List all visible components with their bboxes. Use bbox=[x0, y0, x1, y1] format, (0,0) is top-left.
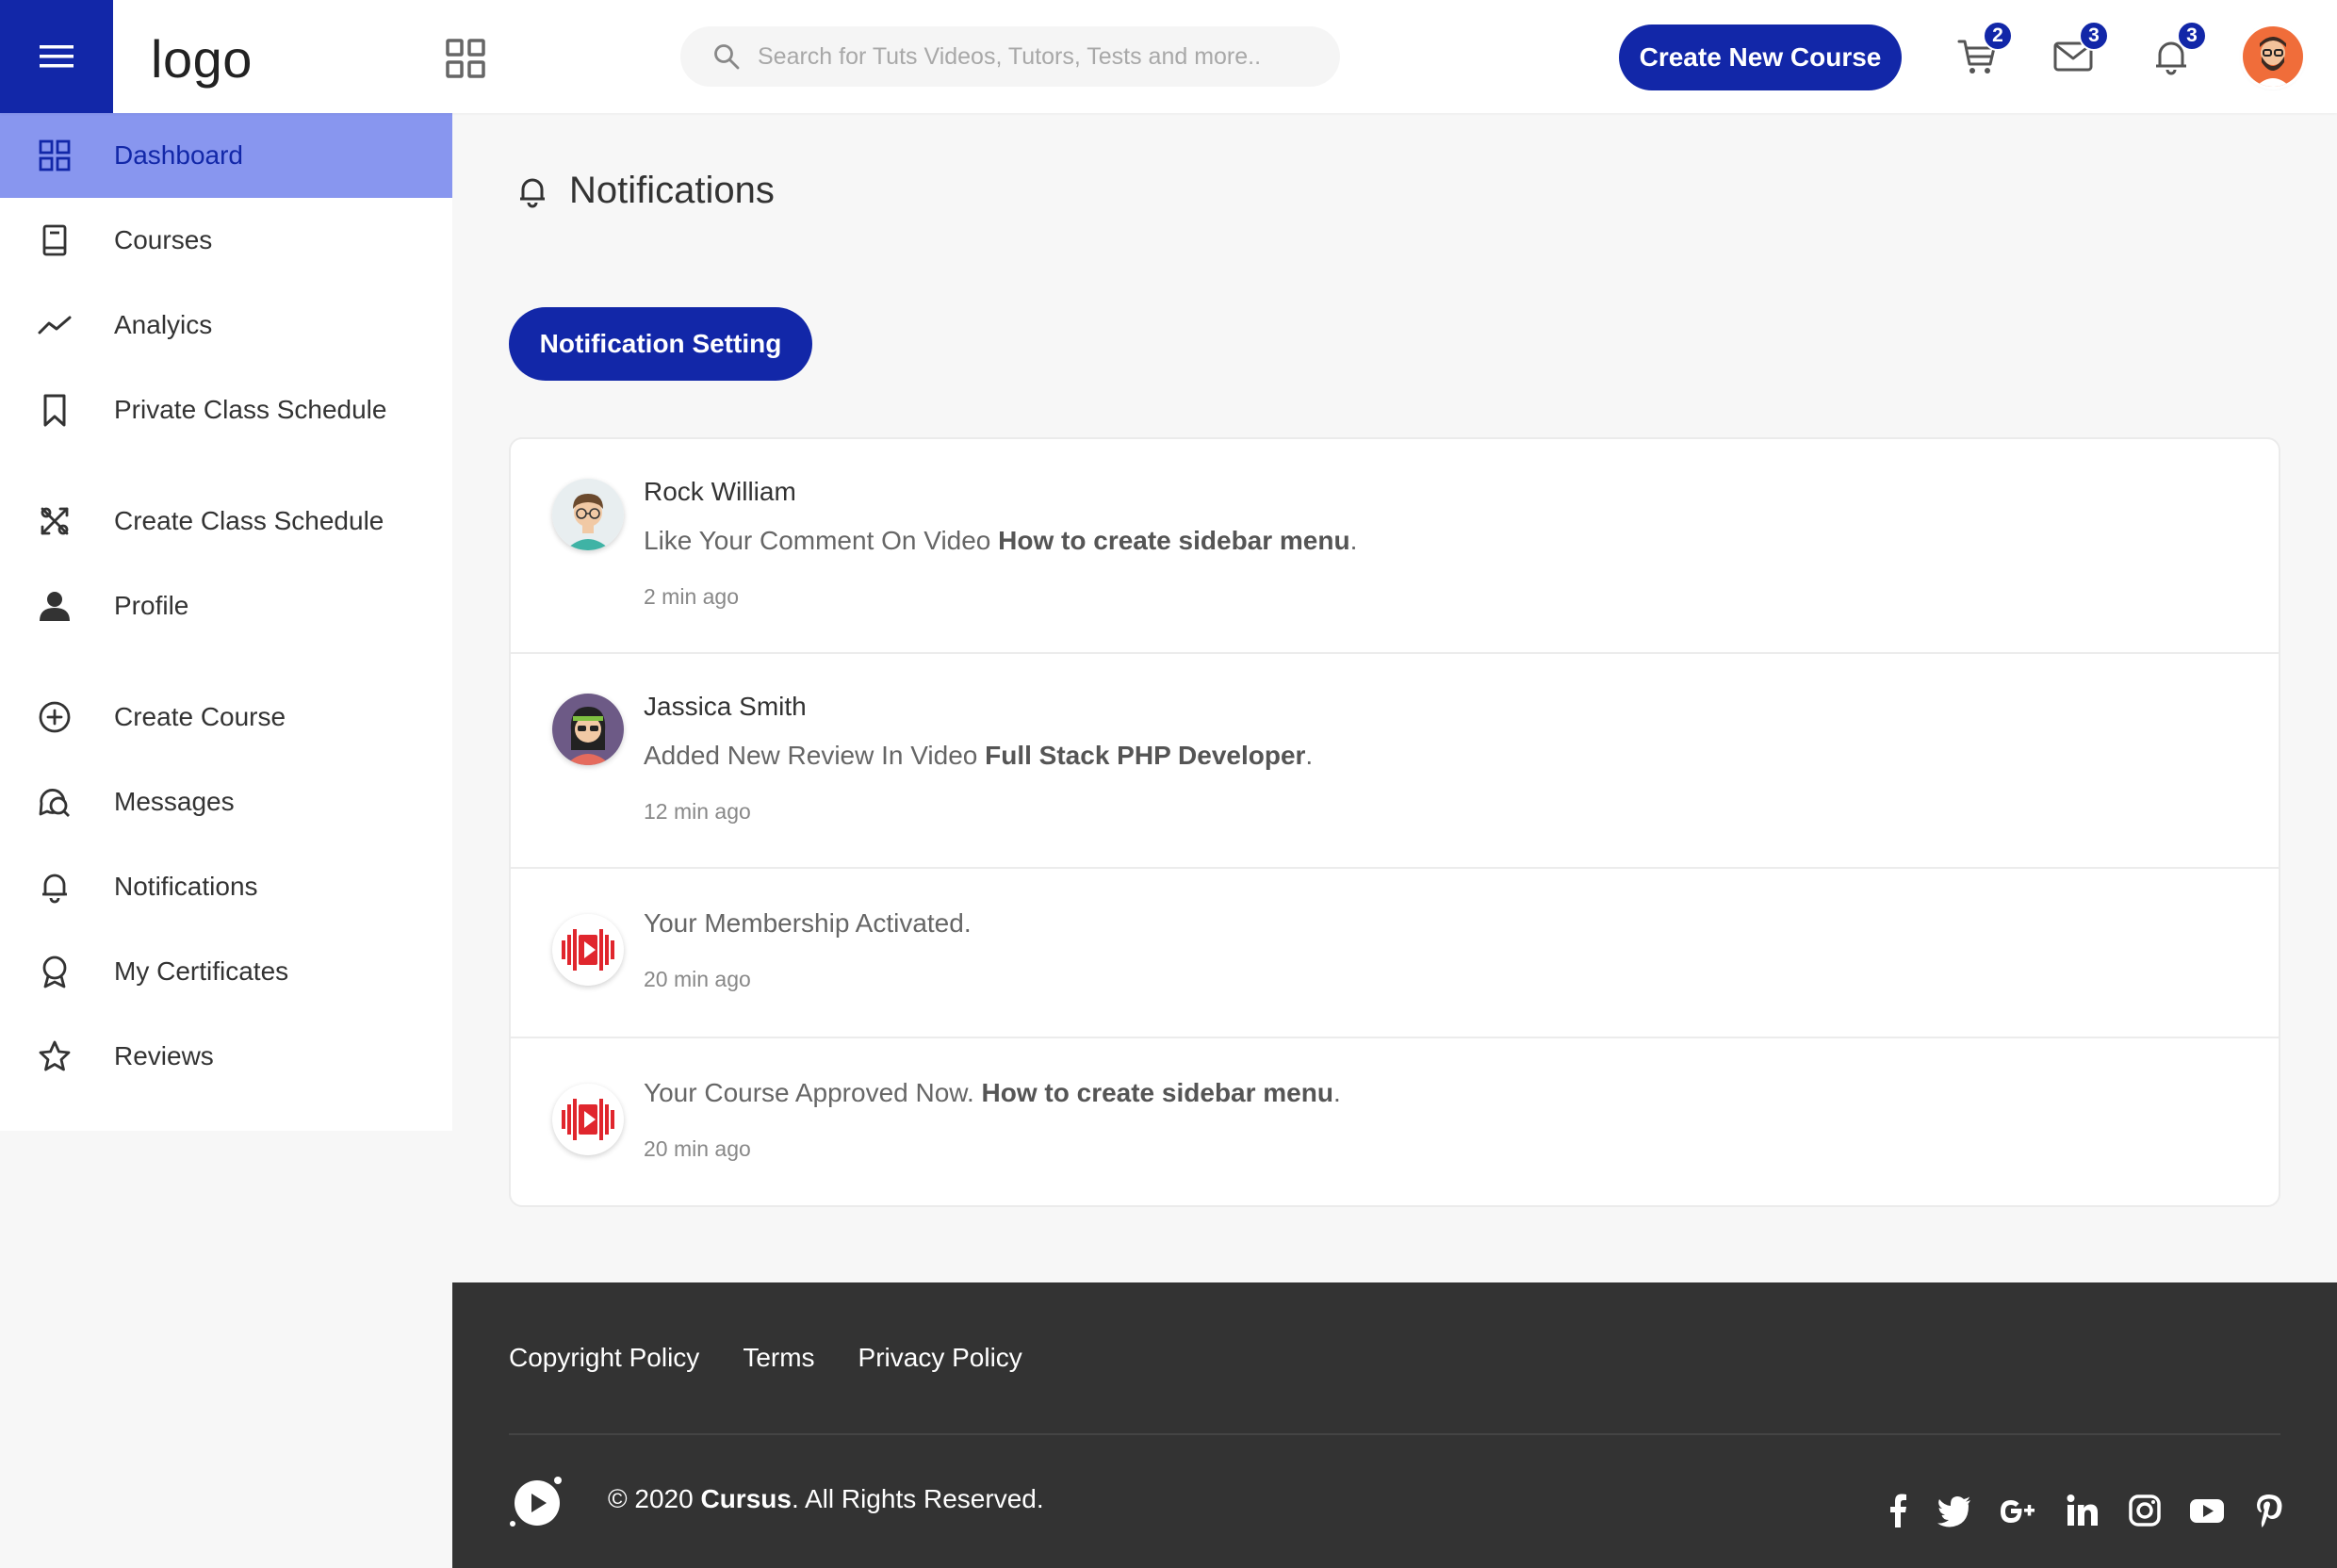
plus-circle-icon bbox=[38, 700, 72, 734]
notification-setting-button[interactable]: Notification Setting bbox=[509, 307, 812, 381]
award-icon bbox=[38, 955, 72, 988]
sidebar: Dashboard Courses Analyics Private Class… bbox=[0, 113, 452, 1131]
notification-text: Added New Review In Video Full Stack PHP… bbox=[644, 741, 1314, 770]
top-header: logo Create New Course 2 3 3 bbox=[0, 0, 2337, 113]
tools-icon bbox=[38, 504, 72, 538]
notification-link[interactable]: Full Stack PHP Developer bbox=[985, 741, 1305, 770]
notification-user-name[interactable]: Jassica Smith bbox=[644, 692, 807, 722]
chat-icon bbox=[38, 785, 72, 819]
page-title-text: Notifications bbox=[569, 170, 775, 211]
list-item[interactable]: Your Membership Activated. 20 min ago bbox=[511, 869, 2279, 1038]
bookmark-icon bbox=[38, 393, 72, 427]
hamburger-icon bbox=[40, 45, 74, 68]
twitter-icon[interactable] bbox=[1936, 1492, 1973, 1529]
notification-text: Your Membership Activated. bbox=[644, 908, 972, 938]
notifications-list: Rock William Like Your Comment On Video … bbox=[509, 437, 2280, 1207]
cart-count-badge: 2 bbox=[1983, 21, 2013, 51]
notification-link[interactable]: How to create sidebar menu bbox=[998, 526, 1349, 555]
avatar bbox=[552, 694, 624, 765]
sidebar-item-label: Courses bbox=[114, 225, 213, 254]
cart-button[interactable]: 2 bbox=[1956, 21, 2013, 77]
footer-links: Copyright Policy Terms Privacy Policy bbox=[509, 1343, 1066, 1373]
brand-logo-icon bbox=[552, 914, 624, 986]
logo[interactable]: logo bbox=[151, 28, 253, 90]
apps-grid-icon[interactable] bbox=[445, 38, 486, 79]
list-item[interactable]: Your Course Approved Now. How to create … bbox=[511, 1038, 2279, 1205]
footer-link-privacy-policy[interactable]: Privacy Policy bbox=[858, 1343, 1022, 1373]
sidebar-item-create-class-schedule[interactable]: Create Class Schedule bbox=[0, 479, 452, 564]
pinterest-icon[interactable] bbox=[2250, 1492, 2288, 1529]
sidebar-item-messages[interactable]: Messages bbox=[0, 760, 452, 844]
avatar bbox=[552, 479, 624, 550]
search-input[interactable] bbox=[758, 42, 1285, 71]
sidebar-item-my-certificates[interactable]: My Certificates bbox=[0, 929, 452, 1014]
notification-text: Your Course Approved Now. How to create … bbox=[644, 1078, 1341, 1107]
google-plus-icon[interactable] bbox=[1998, 1492, 2035, 1529]
sidebar-item-label: Private Class Schedule bbox=[114, 395, 387, 424]
notifications-count-badge: 3 bbox=[2177, 21, 2207, 51]
user-icon bbox=[38, 589, 72, 623]
instagram-icon[interactable] bbox=[2126, 1492, 2164, 1529]
sidebar-item-label: Dashboard bbox=[114, 140, 243, 170]
messages-count-badge: 3 bbox=[2079, 21, 2109, 51]
page-title: Notifications bbox=[515, 170, 775, 212]
create-new-course-button[interactable]: Create New Course bbox=[1619, 24, 1902, 90]
footer-link-copyright-policy[interactable]: Copyright Policy bbox=[509, 1343, 699, 1373]
brand-logo-icon bbox=[552, 1084, 624, 1155]
sidebar-item-profile[interactable]: Profile bbox=[0, 564, 452, 648]
bell-icon bbox=[520, 178, 545, 207]
search-bar bbox=[680, 26, 1340, 87]
linkedin-icon[interactable] bbox=[2064, 1492, 2101, 1529]
sidebar-item-label: Reviews bbox=[114, 1041, 214, 1070]
notification-user-name[interactable]: Rock William bbox=[644, 477, 796, 507]
sidebar-item-courses[interactable]: Courses bbox=[0, 198, 452, 283]
sidebar-item-label: Analyics bbox=[114, 310, 213, 339]
sidebar-item-label: Profile bbox=[114, 591, 189, 620]
search-icon bbox=[714, 44, 740, 70]
notification-time: 20 min ago bbox=[644, 967, 751, 991]
messages-button[interactable]: 3 bbox=[2052, 21, 2109, 77]
sidebar-item-private-class-schedule[interactable]: Private Class Schedule bbox=[0, 368, 452, 452]
sidebar-item-analytics[interactable]: Analyics bbox=[0, 283, 452, 368]
bell-icon bbox=[38, 870, 72, 904]
footer: Copyright Policy Terms Privacy Policy © … bbox=[452, 1282, 2337, 1568]
footer-divider bbox=[509, 1433, 2280, 1435]
star-icon bbox=[38, 1039, 72, 1073]
notification-time: 20 min ago bbox=[644, 1136, 751, 1161]
facebook-icon[interactable] bbox=[1879, 1492, 1917, 1529]
notification-time: 12 min ago bbox=[644, 799, 751, 824]
sidebar-item-notifications[interactable]: Notifications bbox=[0, 844, 452, 929]
list-item[interactable]: Rock William Like Your Comment On Video … bbox=[511, 439, 2279, 654]
footer-link-terms[interactable]: Terms bbox=[743, 1343, 814, 1373]
sidebar-item-create-course[interactable]: Create Course bbox=[0, 675, 452, 760]
book-icon bbox=[38, 223, 72, 257]
sidebar-item-reviews[interactable]: Reviews bbox=[0, 1014, 452, 1099]
sidebar-item-label: Messages bbox=[114, 787, 235, 816]
sidebar-item-label: Create Class Schedule bbox=[114, 506, 384, 535]
sidebar-item-dashboard[interactable]: Dashboard bbox=[0, 113, 452, 198]
sidebar-item-label: Notifications bbox=[114, 872, 258, 901]
list-item[interactable]: Jassica Smith Added New Review In Video … bbox=[511, 654, 2279, 869]
grid-icon bbox=[38, 139, 72, 172]
trend-icon bbox=[38, 308, 72, 342]
youtube-icon[interactable] bbox=[2188, 1492, 2226, 1529]
footer-logo-icon[interactable] bbox=[509, 1473, 565, 1529]
notification-text: Like Your Comment On Video How to create… bbox=[644, 526, 1358, 555]
user-avatar[interactable] bbox=[2243, 26, 2303, 87]
notification-link[interactable]: How to create sidebar menu bbox=[982, 1078, 1333, 1107]
sidebar-item-label: My Certificates bbox=[114, 956, 289, 986]
notification-time: 2 min ago bbox=[644, 584, 740, 609]
sidebar-item-label: Create Course bbox=[114, 702, 286, 731]
copyright-text: © 2020 Cursus. All Rights Reserved. bbox=[608, 1484, 1044, 1513]
notifications-button[interactable]: 3 bbox=[2150, 21, 2207, 77]
menu-toggle-button[interactable] bbox=[0, 0, 113, 113]
